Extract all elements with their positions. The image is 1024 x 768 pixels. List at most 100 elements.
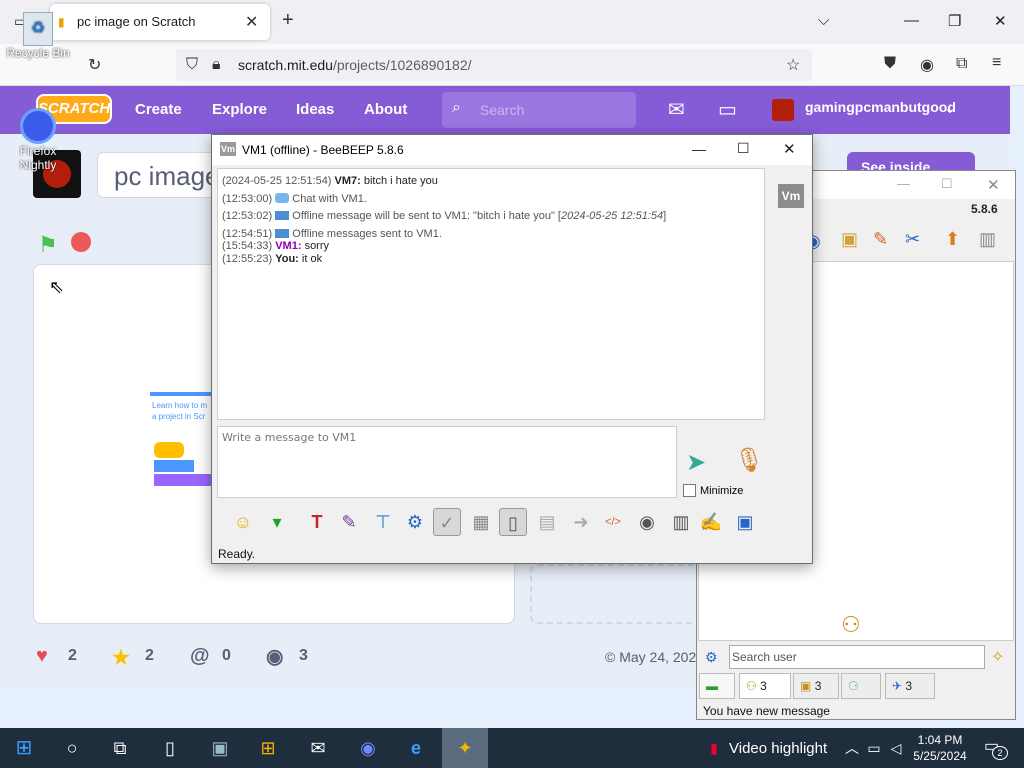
home-icon: ▬: [706, 679, 718, 693]
url-bar[interactable]: ⛉ 🔒︎ scratch.mit.edu/projects/1026890182…: [176, 49, 812, 81]
pocket-icon[interactable]: ⛊: [884, 55, 896, 73]
my-stuff-icon[interactable]: ▭: [718, 97, 737, 122]
notepad-icon[interactable]: ▯: [156, 735, 184, 761]
chevron-down-icon[interactable]: ⌄: [944, 100, 956, 117]
window-minimize-icon[interactable]: —: [904, 12, 919, 29]
recycle-bin-desktop-icon[interactable]: ♻ Recycle Bin: [6, 12, 70, 60]
nav-create[interactable]: Create: [135, 101, 182, 118]
avatar[interactable]: [772, 99, 794, 121]
main-close-icon[interactable]: ✕: [987, 176, 1000, 194]
nav-ideas[interactable]: Ideas: [296, 101, 334, 118]
trash-icon[interactable]: ▥: [979, 229, 996, 250]
shares-tab-icon: ✈: [892, 679, 903, 693]
favorite-star-icon[interactable]: ★: [112, 645, 130, 670]
clock-time: 1:04 PM: [917, 733, 963, 747]
word-completer-icon[interactable]: ▦: [467, 508, 495, 536]
note-icon[interactable]: ✍: [697, 508, 725, 536]
remix-icon: @: [190, 645, 210, 667]
chat-close-icon[interactable]: ✕: [783, 140, 796, 158]
settings-gear-icon[interactable]: ⚙: [705, 649, 718, 666]
filter-icon[interactable]: ⊤: [369, 508, 397, 536]
new-tab-icon[interactable]: +: [282, 9, 294, 32]
beebeep-taskbar-icon[interactable]: ✦: [442, 728, 488, 768]
history-icon[interactable]: ▥: [667, 508, 695, 536]
edit-icon[interactable]: ✎: [873, 229, 888, 250]
green-flag-icon[interactable]: ⚑: [38, 232, 58, 258]
tab-overflow-icon[interactable]: ⌵: [818, 12, 829, 29]
update-icon[interactable]: ⬆: [945, 229, 960, 250]
settings-icon[interactable]: ⚙: [401, 508, 429, 536]
minimize-checkbox[interactable]: [683, 484, 696, 497]
start-windows-icon[interactable]: ⊞: [10, 735, 38, 761]
tutorial-text: Learn how to m a project in Scr: [152, 401, 208, 421]
tab-close-icon[interactable]: ✕: [245, 12, 258, 32]
chat-maximize-icon[interactable]: ☐: [737, 140, 750, 157]
send-icon[interactable]: ➤: [686, 448, 706, 477]
firefox-desktop-icon[interactable]: Firefox Nightly: [6, 108, 70, 172]
message-line: (12:54:51) Offline messages sent to VM1.: [222, 227, 442, 240]
browser-tab[interactable]: ▮ pc image on Scratch ✕: [50, 4, 270, 40]
url-text[interactable]: scratch.mit.edu/projects/1026890182/: [238, 57, 472, 73]
project-title[interactable]: pc image on Scratch: [97, 152, 217, 198]
tab-chats[interactable]: ▣ 3: [793, 673, 839, 699]
reload-icon[interactable]: ↻: [88, 55, 101, 75]
message-input[interactable]: Write a message to VM1: [217, 426, 677, 498]
spellcheck-icon[interactable]: ✓: [433, 508, 461, 536]
mail-icon: [275, 211, 290, 220]
message-line: (12:53:00) Chat with VM1.: [222, 192, 367, 205]
scratch-search-input[interactable]: ⌕ Search: [442, 92, 636, 128]
chat-minimize-icon[interactable]: —: [692, 141, 706, 157]
message-history[interactable]: (2024-05-25 12:51:54) VM7: bitch i hate …: [217, 168, 765, 420]
firefox-taskbar-icon[interactable]: ◉: [354, 735, 382, 761]
search-circle-icon[interactable]: ○: [58, 735, 86, 761]
html-icon[interactable]: </>: [599, 508, 627, 536]
stop-icon[interactable]: [71, 232, 91, 252]
screenshot-icon[interactable]: ◉: [633, 508, 661, 536]
computer-icon[interactable]: ▣: [206, 735, 234, 761]
emoticon-icon[interactable]: ☺: [229, 508, 257, 536]
bookmark-star-icon[interactable]: ☆: [786, 55, 800, 75]
font-icon[interactable]: T: [303, 508, 331, 536]
nav-about[interactable]: About: [364, 101, 407, 118]
tab-shares[interactable]: ✈ 3: [885, 673, 935, 699]
tab-home[interactable]: ▬: [699, 673, 735, 699]
send-file-icon[interactable]: ▤: [533, 508, 561, 536]
beebeep-tabs: ▬ ⚇ 3 ▣ 3 ⚆ ✈ 3: [699, 673, 1013, 699]
mail-taskbar-icon[interactable]: ✉: [304, 735, 332, 761]
menu-icon[interactable]: ≡: [992, 54, 1001, 72]
nav-explore[interactable]: Explore: [212, 101, 267, 118]
video-highlight-text[interactable]: Video highlight: [729, 740, 827, 757]
tutorial-card[interactable]: Learn how to m a project in Scr: [150, 392, 212, 500]
text-color-icon[interactable]: ✎: [335, 508, 363, 536]
window-restore-icon[interactable]: ❐: [948, 12, 961, 30]
tab-users[interactable]: ⚇ 3: [739, 673, 791, 699]
forward-icon[interactable]: ➜: [567, 508, 595, 536]
file-icon[interactable]: ▯: [499, 508, 527, 536]
username[interactable]: gamingpcmanbutgood: [805, 99, 956, 115]
color-picker-icon[interactable]: ▾: [263, 508, 291, 536]
vm-app-icon: Vm: [220, 142, 236, 156]
search-user-input[interactable]: Search user: [729, 645, 985, 669]
extensions-icon[interactable]: ⧉: [956, 55, 967, 73]
users-icon[interactable]: ▣: [841, 229, 858, 250]
contact-avatar[interactable]: Vm: [778, 184, 804, 208]
shield-icon[interactable]: ⛉: [186, 56, 198, 74]
clock[interactable]: 1:04 PM 5/25/2024: [905, 732, 975, 764]
clear-search-icon[interactable]: ✧: [991, 647, 1004, 667]
lock-icon[interactable]: 🔒︎: [212, 56, 221, 74]
recycle-bin-icon: ♻: [23, 12, 53, 46]
store-icon[interactable]: ⊞: [254, 735, 282, 761]
account-icon[interactable]: ◉: [920, 55, 934, 75]
main-minimize-icon[interactable]: —: [897, 176, 910, 191]
nba-icon[interactable]: ▮: [700, 735, 728, 761]
love-heart-icon[interactable]: ♥: [36, 645, 48, 668]
task-view-icon[interactable]: ⧉: [106, 735, 134, 761]
window-close-icon[interactable]: ✕: [994, 12, 1007, 30]
save-icon[interactable]: ▣: [731, 508, 759, 536]
main-maximize-icon[interactable]: ☐: [941, 176, 953, 192]
tools-icon[interactable]: ✂: [905, 229, 920, 250]
microphone-icon[interactable]: 🎙︎: [734, 446, 764, 475]
internet-explorer-icon[interactable]: e: [402, 735, 430, 761]
messages-icon[interactable]: ✉: [668, 97, 685, 122]
tab-groups[interactable]: ⚆: [841, 673, 881, 699]
